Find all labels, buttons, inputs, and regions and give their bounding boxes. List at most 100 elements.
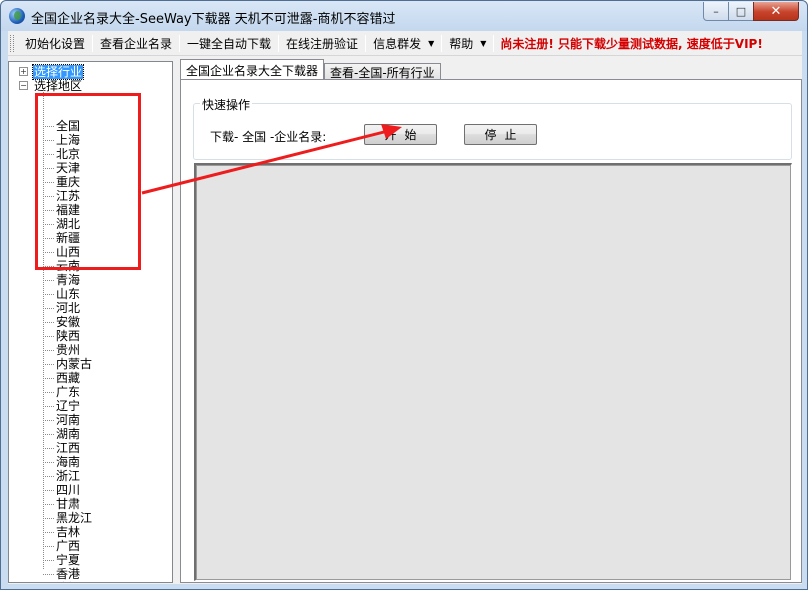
help-label: 帮助	[449, 36, 474, 51]
tree-label-industry[interactable]: 选择行业	[31, 64, 85, 80]
tree-node-region-item[interactable]: 甘肃	[43, 497, 80, 511]
tree-region-label[interactable]: 青海	[56, 273, 80, 287]
tree-region-label[interactable]: 辽宁	[56, 399, 80, 413]
tree-region-label[interactable]: 四川	[56, 483, 80, 497]
tree-region-label[interactable]: 澳门	[56, 581, 80, 582]
tree-node-region-item[interactable]: 广东	[43, 385, 80, 399]
close-icon: ✕	[770, 3, 782, 19]
tree-region-label[interactable]: 广东	[56, 385, 80, 399]
tree-region-label[interactable]: 江西	[56, 441, 80, 455]
tree-region-label[interactable]: 西藏	[56, 371, 80, 385]
minimize-icon: –	[713, 4, 719, 18]
tree-region-label[interactable]: 内蒙古	[56, 357, 92, 371]
tree-branch-line	[43, 307, 54, 309]
unregistered-warning: 尚未注册! 只能下载少量测试数据, 速度低于VIP!	[500, 36, 763, 51]
maximize-icon: □	[735, 4, 747, 18]
tab-view-all[interactable]: 查看-全国-所有行业	[324, 63, 441, 80]
tree-branch-line	[43, 419, 54, 421]
tree-branch-line	[43, 573, 54, 575]
tree-node-region-item[interactable]: 江西	[43, 441, 80, 455]
tree-node-region-item[interactable]: 浙江	[43, 469, 80, 483]
tree-region-label[interactable]: 海南	[56, 455, 80, 469]
tree-node-region-item[interactable]: 澳门	[43, 581, 80, 582]
minimize-button[interactable]: –	[703, 2, 729, 21]
toolbar-separator	[493, 34, 495, 52]
tree-node-region-item[interactable]: 西藏	[43, 371, 80, 385]
tree-branch-line	[43, 349, 54, 351]
tree-branch-line	[43, 559, 54, 561]
tree-node-region-item[interactable]: 辽宁	[43, 399, 80, 413]
auto-download-button[interactable]: 一键全自动下载	[182, 35, 276, 52]
tree-branch-line	[43, 293, 54, 295]
tree-node-region-item[interactable]: 山东	[43, 287, 80, 301]
dropdown-arrow-icon: ▼	[428, 38, 435, 48]
mass-message-dropdown[interactable]: 信息群发 ▼	[368, 35, 439, 52]
toolbar-separator	[278, 34, 280, 52]
tree-branch-line	[43, 447, 54, 449]
toolbar-separator	[441, 34, 443, 52]
tab-panel: 快速操作 下载- 全国 -企业名录: 开始 停止	[180, 79, 802, 583]
tree-node-region-item[interactable]: 湖南	[43, 427, 80, 441]
tree-region-label[interactable]: 吉林	[56, 525, 80, 539]
tree-region-label[interactable]: 香港	[56, 567, 80, 581]
expand-plus-icon[interactable]: +	[19, 67, 28, 76]
tree-node-region-item[interactable]: 黑龙江	[43, 511, 92, 525]
toolbar: 初始化设置 查看企业名录 一键全自动下载 在线注册验证 信息群发 ▼ 帮助 ▼ …	[8, 31, 802, 56]
tree-region-label[interactable]: 山东	[56, 287, 80, 301]
tree-node-region-item[interactable]: 内蒙古	[43, 357, 92, 371]
tree-node-region-item[interactable]: 四川	[43, 483, 80, 497]
tree-region-label[interactable]: 湖南	[56, 427, 80, 441]
tree-label-region[interactable]: 选择地区	[33, 79, 83, 93]
online-register-button[interactable]: 在线注册验证	[281, 35, 363, 52]
maximize-button[interactable]: □	[728, 2, 754, 21]
annotation-highlight-box	[35, 93, 141, 270]
tree-region-label[interactable]: 河北	[56, 301, 80, 315]
tree-region-label[interactable]: 贵州	[56, 343, 80, 357]
tab-downloader[interactable]: 全国企业名录大全下载器	[180, 59, 325, 80]
tree-node-region-item[interactable]: 香港	[43, 567, 80, 581]
tree-node-region-item[interactable]: 河北	[43, 301, 80, 315]
tree-region-label[interactable]: 宁夏	[56, 553, 80, 567]
toolbar-grip[interactable]	[10, 34, 14, 52]
tree-branch-line	[43, 489, 54, 491]
tree-region-label[interactable]: 河南	[56, 413, 80, 427]
app-window: 全国企业名录大全-SeeWay下载器 天机不可泄露-商机不容错过 – □ ✕ 初…	[0, 0, 808, 590]
collapse-minus-icon[interactable]: −	[19, 81, 28, 90]
tree-branch-line	[43, 531, 54, 533]
tree-branch-line	[43, 391, 54, 393]
tree-branch-line	[43, 405, 54, 407]
results-list-body	[196, 165, 791, 580]
quick-ops-group: 快速操作 下载- 全国 -企业名录: 开始 停止	[193, 96, 792, 160]
tree-branch-line	[43, 545, 54, 547]
app-globe-icon	[9, 8, 25, 24]
start-button[interactable]: 开始	[364, 124, 437, 145]
results-list[interactable]	[194, 163, 792, 581]
tree-region-label[interactable]: 广西	[56, 539, 80, 553]
tree-node-region-item[interactable]: 贵州	[43, 343, 80, 357]
tree-node-region-item[interactable]: 海南	[43, 455, 80, 469]
help-dropdown[interactable]: 帮助 ▼	[444, 35, 491, 52]
tree-node-region-item[interactable]: 广西	[43, 539, 80, 553]
close-button[interactable]: ✕	[753, 2, 799, 21]
toolbar-separator	[365, 34, 367, 52]
tree-branch-line	[43, 475, 54, 477]
tree-region-label[interactable]: 浙江	[56, 469, 80, 483]
tree-branch-line	[43, 377, 54, 379]
title-bar: 全国企业名录大全-SeeWay下载器 天机不可泄露-商机不容错过 – □ ✕	[1, 1, 807, 31]
init-settings-button[interactable]: 初始化设置	[20, 35, 90, 52]
tree-region-label[interactable]: 黑龙江	[56, 511, 92, 525]
tree-branch-line	[43, 433, 54, 435]
tree-node-region-item[interactable]: 宁夏	[43, 553, 80, 567]
tab-strip: 全国企业名录大全下载器 查看-全国-所有行业	[180, 59, 441, 80]
tree-node-region-item[interactable]: 吉林	[43, 525, 80, 539]
tree-region-label[interactable]: 陕西	[56, 329, 80, 343]
tree-node-region-item[interactable]: 安徽	[43, 315, 80, 329]
tree-branch-line	[43, 461, 54, 463]
view-directory-button[interactable]: 查看企业名录	[95, 35, 177, 52]
tree-node-region-item[interactable]: 青海	[43, 273, 80, 287]
tree-node-region-item[interactable]: 河南	[43, 413, 80, 427]
tree-node-region-item[interactable]: 陕西	[43, 329, 80, 343]
tree-region-label[interactable]: 甘肃	[56, 497, 80, 511]
stop-button[interactable]: 停止	[464, 124, 537, 145]
tree-region-label[interactable]: 安徽	[56, 315, 80, 329]
